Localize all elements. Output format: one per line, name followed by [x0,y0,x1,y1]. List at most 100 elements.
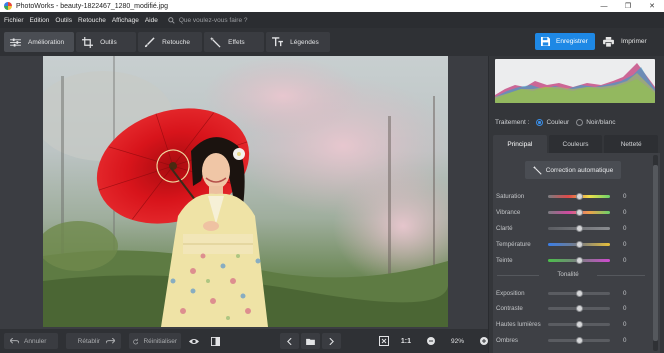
bw-label: Noir/blanc [586,118,616,126]
color-radio[interactable] [536,118,544,126]
tab-effets-label: Effets [228,38,245,46]
slider-value: 0 [623,256,627,264]
redo-label: Rétablir [77,337,101,345]
image-canvas[interactable] [0,56,488,329]
slider-track[interactable] [548,336,610,344]
slider-handle[interactable] [576,224,583,232]
slider-handle[interactable] [576,240,583,248]
menu-affichage[interactable]: Affichage [112,17,139,24]
slider-value: 0 [623,192,627,200]
tab-nettete[interactable]: Netteté [604,135,659,153]
open-folder-button[interactable] [301,333,320,349]
slider-handle[interactable] [576,256,583,264]
tab-amelioration-label: Amélioration [28,38,65,46]
next-button[interactable] [321,333,341,349]
divider [597,275,645,276]
restore-button[interactable]: ❐ [616,0,640,12]
minimize-button[interactable]: — [592,0,616,12]
slider-ombres[interactable]: Ombres 0 [496,335,626,345]
slider-track[interactable] [548,192,610,200]
eye-icon[interactable] [189,338,200,345]
menu-fichier[interactable]: Fichier [4,17,24,24]
redo-button[interactable]: Rétablir [65,333,122,349]
auto-correction-button[interactable]: Correction automatique [525,161,621,179]
slider-value: 0 [623,336,627,344]
tab-couleurs[interactable]: Couleurs [548,135,603,153]
auto-correction-label: Correction automatique [545,166,614,174]
scrollbar-thumb[interactable] [653,165,658,341]
menu-edition[interactable]: Edition [30,17,50,24]
print-label: Imprimer [621,38,647,45]
compare-icon[interactable] [211,336,221,346]
slider-handle[interactable] [576,208,583,216]
slider-contraste[interactable]: Contraste 0 [496,303,626,313]
reset-button[interactable]: Réinitialiser [129,333,182,349]
slider-track[interactable] [548,304,610,312]
slider-exposition[interactable]: Exposition 0 [496,288,626,298]
slider-hautes-lumieres[interactable]: Hautes lumières 0 [496,319,626,329]
search-icon [168,16,175,24]
tab-retouche-label: Retouche [162,38,190,46]
principal-tab-body: Correction automatique Saturation 0 Vibr… [493,153,660,353]
slider-saturation[interactable]: Saturation 0 [496,191,626,201]
histogram [495,59,655,103]
menu-outils[interactable]: Outils [55,17,72,24]
slider-label: Contraste [496,304,523,312]
save-button[interactable]: Enregistrer [535,33,595,50]
tab-retouche[interactable]: Retouche [138,32,203,52]
menu-search[interactable]: Que voulez-vous faire ? [168,17,248,24]
sliders-icon [10,37,21,47]
slider-label: Ombres [496,336,519,344]
zoom-out-button[interactable] [427,337,435,345]
slider-track[interactable] [548,208,610,216]
slider-teinte[interactable]: Teinte 0 [496,255,626,265]
slider-handle[interactable] [576,320,583,328]
menu-retouche[interactable]: Retouche [78,17,106,24]
slider-handle[interactable] [576,336,583,344]
slider-label: Exposition [496,289,525,297]
slider-label: Température [496,240,531,248]
slider-track[interactable] [548,240,610,248]
slider-track[interactable] [548,320,610,328]
menu-aide[interactable]: Aide [145,17,158,24]
zoom-value: 92% [451,337,465,345]
previous-button[interactable] [280,333,299,349]
close-button[interactable]: ✕ [640,0,664,12]
photo-preview[interactable] [43,56,448,327]
slider-track[interactable] [548,289,610,297]
slider-handle[interactable] [576,289,583,297]
print-button[interactable]: Imprimer [601,33,659,50]
slider-temperature[interactable]: Température 0 [496,239,626,249]
brush-icon [145,36,155,47]
ratio-button[interactable]: 1:1 [401,338,411,345]
tab-legendes[interactable]: Légendes [266,32,331,52]
slider-track[interactable] [548,256,610,264]
slider-value: 0 [623,289,627,297]
slider-vibrance[interactable]: Vibrance 0 [496,207,626,217]
fit-screen-icon[interactable] [378,336,389,346]
tab-principal[interactable]: Principal [493,135,547,153]
slider-track[interactable] [548,224,610,232]
bw-radio[interactable] [576,118,584,126]
tab-amelioration[interactable]: Amélioration [4,32,75,52]
panel-scrollbar[interactable] [653,155,658,351]
slider-clarte[interactable]: Clarté 0 [496,223,626,233]
crop-icon [82,36,94,48]
redo-icon [106,337,116,344]
slider-handle[interactable] [576,304,583,312]
tab-outils[interactable]: Outils [76,32,137,52]
chevron-left-icon [287,337,292,345]
slider-label: Teinte [496,256,513,264]
floppy-disk-icon [541,37,550,46]
reset-label: Réinitialiser [143,337,178,345]
slider-handle[interactable] [576,192,583,200]
color-label: Couleur [546,118,570,126]
folder-icon [306,338,315,345]
undo-button[interactable]: Annuler [4,333,58,349]
zoom-in-button[interactable] [480,337,489,345]
photo-illustration [43,56,448,327]
magic-wand-icon [210,36,221,48]
tab-effets[interactable]: Effets [204,32,265,52]
undo-label: Annuler [24,337,47,345]
slider-label: Vibrance [496,208,521,216]
